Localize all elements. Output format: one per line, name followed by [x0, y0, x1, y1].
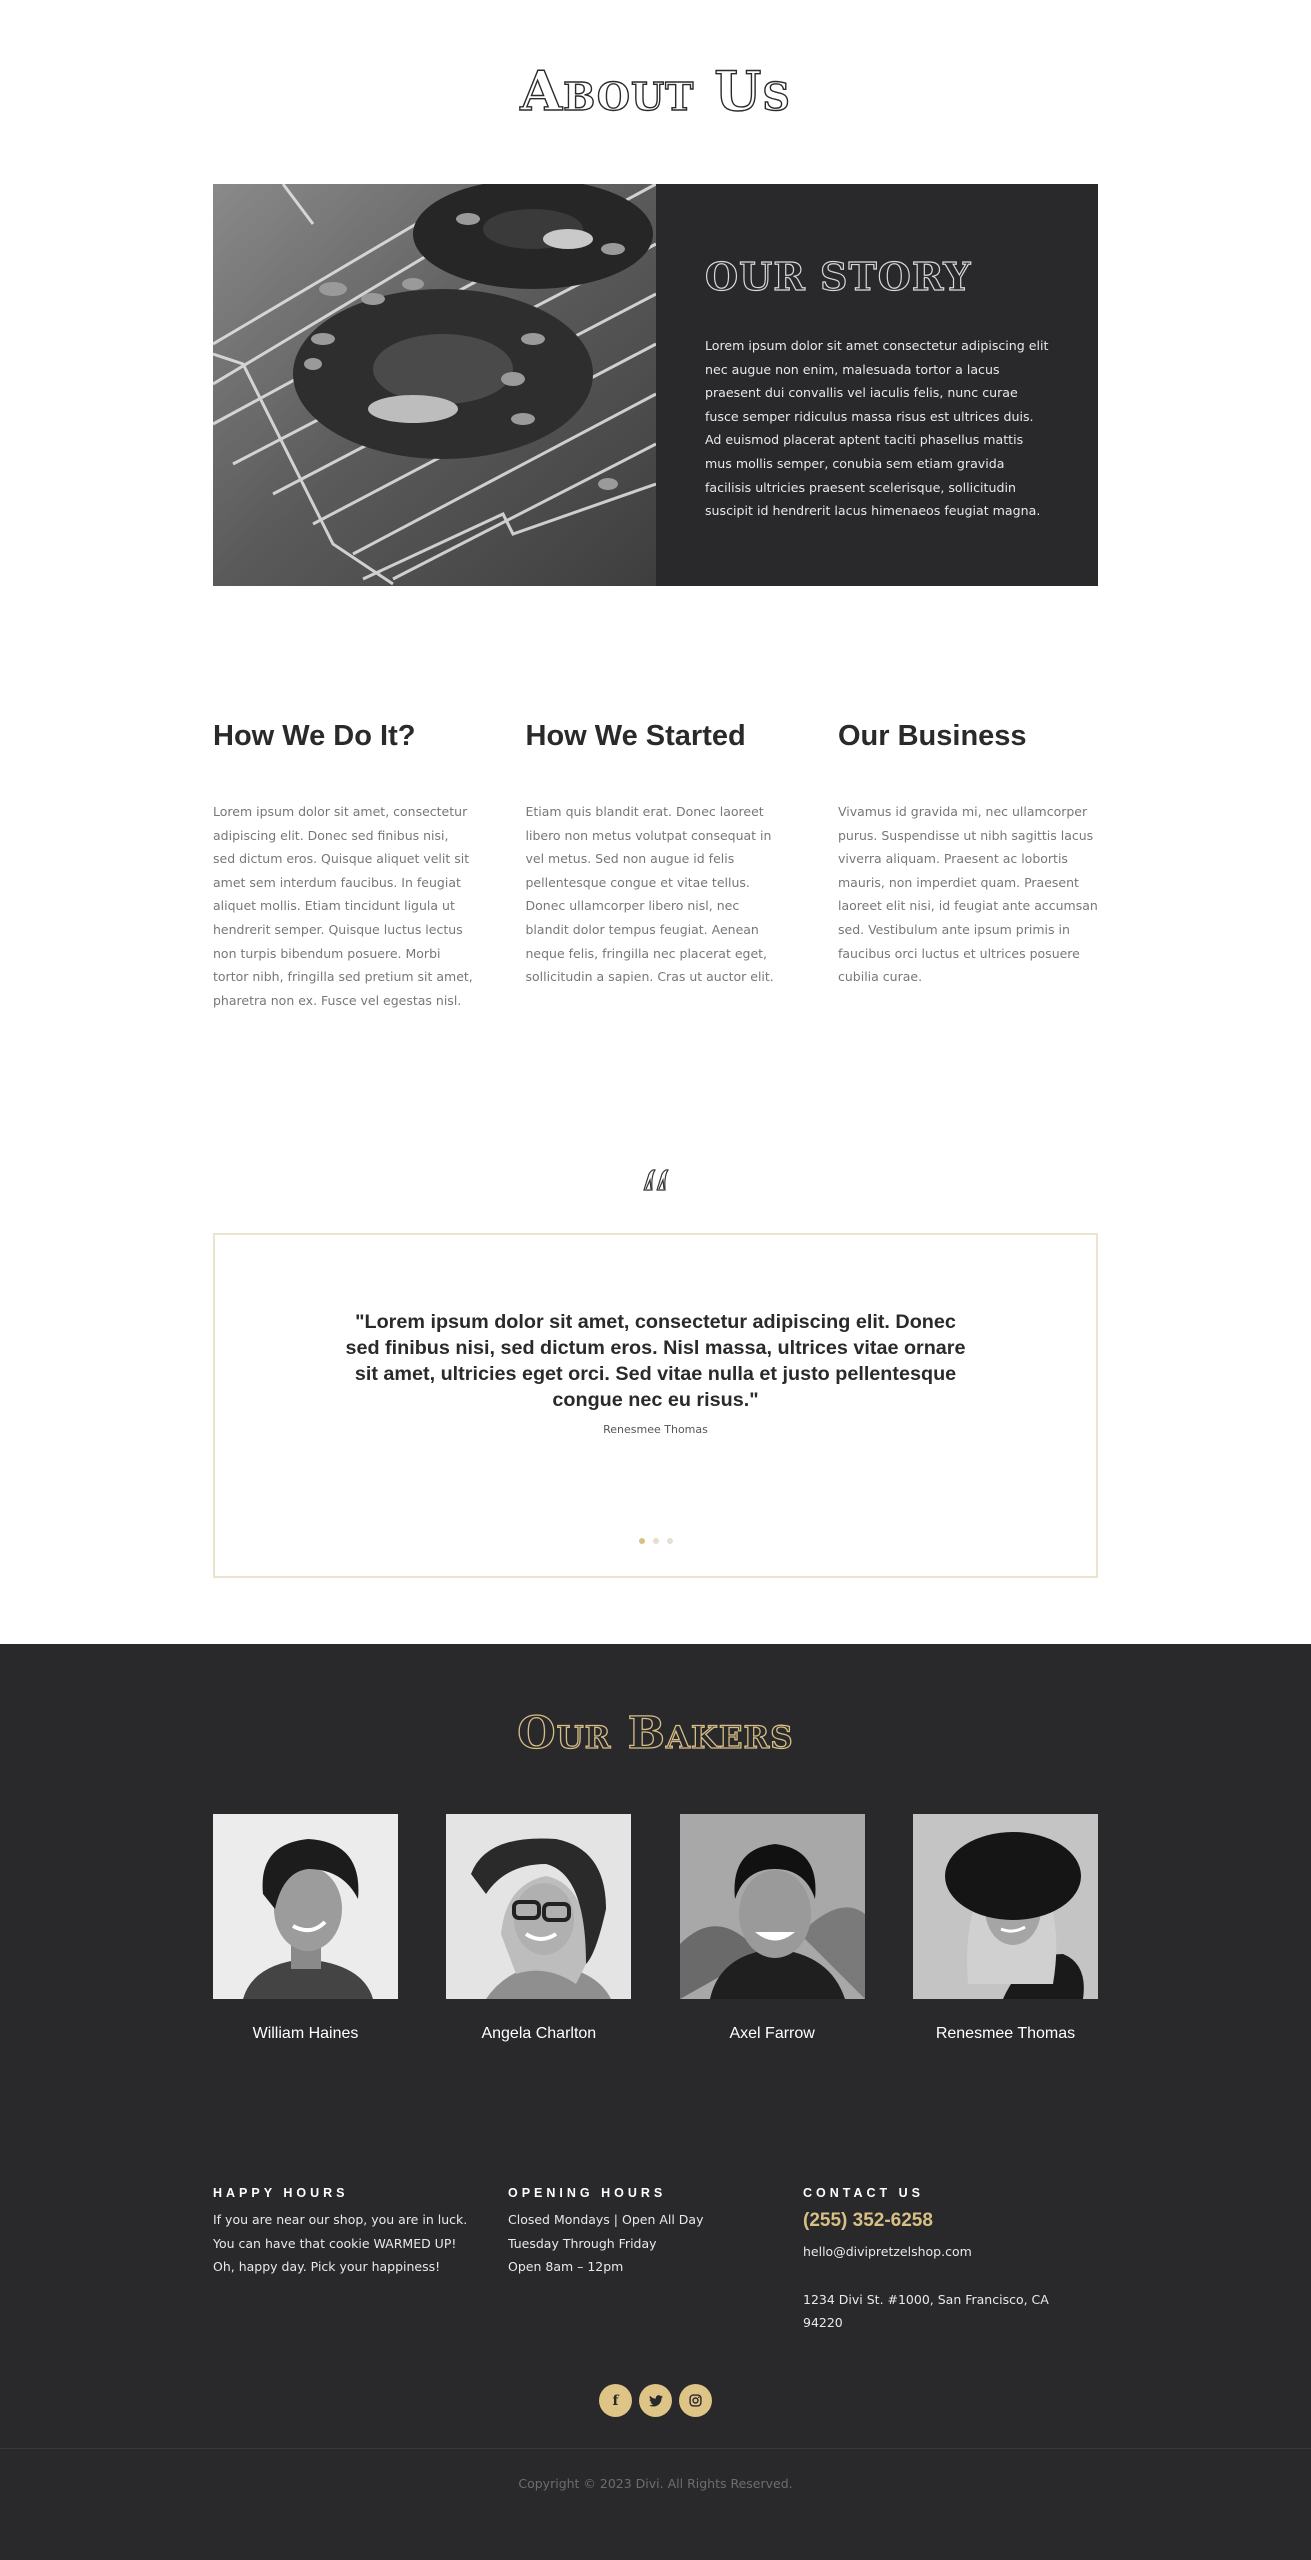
twitter-button[interactable]: [639, 2384, 672, 2417]
baker-name: Angela Charlton: [481, 2025, 597, 2042]
contact-heading: CONTACT US: [803, 2186, 925, 2200]
slider-dot-1[interactable]: [638, 1538, 645, 1544]
facebook-button[interactable]: f: [599, 2384, 632, 2417]
page-title: About Us: [520, 59, 791, 123]
happy-hours-text: If you are near our shop, you are in luc…: [213, 2212, 468, 2275]
happy-hours-column: HAPPY HOURS If you are near our shop, yo…: [213, 2184, 508, 2335]
happy-hours-heading: HAPPY HOURS: [213, 2186, 349, 2200]
baker-card: Angela Charlton: [446, 1814, 632, 2043]
testimonial-quote: "Lorem ipsum dolor sit amet, consectetur…: [345, 1311, 966, 1411]
column-text: Etiam quis blandit erat. Donec laoreet l…: [525, 804, 774, 985]
social-links: f: [0, 2384, 1311, 2417]
our-story-text: Lorem ipsum dolor sit amet consectetur a…: [705, 338, 1049, 519]
pretzel-image: [213, 184, 656, 586]
baker-photo: [912, 1814, 1098, 1999]
info-columns: How We Do It? Lorem ipsum dolor sit amet…: [213, 716, 1098, 1012]
baker-photo: [446, 1814, 632, 1999]
twitter-icon: [648, 2394, 663, 2407]
column-our-business: Our Business Vivamus id gravida mi, nec …: [838, 716, 1098, 1012]
about-header: About Us: [0, 0, 1311, 184]
opening-hours-line: Open 8am – 12pm: [508, 2259, 624, 2275]
opening-hours-column: OPENING HOURS Closed Mondays | Open All …: [508, 2184, 803, 2335]
column-text: Lorem ipsum dolor sit amet, consectetur …: [213, 804, 473, 1008]
pretzel-photo-illustration: [213, 184, 656, 586]
bakers-heading: Our Bakers: [517, 1708, 794, 1759]
baker-name: William Haines: [252, 2025, 359, 2042]
testimonial-slider: "Lorem ipsum dolor sit amet, consectetur…: [213, 1233, 1098, 1578]
contact-email-link[interactable]: hello@divipretzelshop.com: [803, 2240, 1098, 2264]
our-story-section: OUR STORY Lorem ipsum dolor sit amet con…: [213, 184, 1098, 586]
copyright-text: Copyright © 2023 Divi. All Rights Reserv…: [518, 2476, 793, 2491]
baker-card: Axel Farrow: [679, 1814, 865, 2043]
contact-address: 1234 Divi St. #1000, San Francisco, CA 9…: [803, 2291, 1049, 2331]
baker-name: Renesmee Thomas: [935, 2025, 1076, 2042]
opening-hours-line: Tuesday Through Friday: [508, 2235, 657, 2251]
our-story-heading: OUR STORY: [704, 254, 972, 299]
column-heading: How We Started: [525, 720, 746, 752]
opening-hours-line: Closed Mondays | Open All Day: [508, 2212, 704, 2227]
slider-dot-2[interactable]: [652, 1538, 659, 1544]
column-text: Vivamus id gravida mi, nec ullamcorper p…: [838, 804, 1098, 985]
baker-card: Renesmee Thomas: [912, 1814, 1098, 2043]
contact-column: CONTACT US (255) 352-6258 hello@divipret…: [803, 2184, 1098, 2335]
bakers-footer-section: Our Bakers William Haines Angela Charlto…: [0, 1644, 1311, 2560]
column-how-we-started: How We Started Etiam quis blandit erat. …: [526, 716, 786, 1012]
slider-pagination: [215, 1538, 1096, 1544]
column-how-we-do-it: How We Do It? Lorem ipsum dolor sit amet…: [213, 716, 473, 1012]
column-heading: Our Business: [838, 720, 1027, 752]
footer-divider: [0, 2448, 1311, 2449]
baker-card: William Haines: [213, 1814, 398, 2043]
testimonial-author: Renesmee Thomas: [603, 1423, 708, 1436]
page: About Us OUR STORY Lorem ipsum dolor sit…: [0, 0, 1311, 2560]
footer-info: HAPPY HOURS If you are near our shop, yo…: [213, 2184, 1098, 2335]
quote-icon: [642, 1168, 670, 1192]
slider-dot-3[interactable]: [666, 1538, 673, 1544]
contact-phone-link[interactable]: (255) 352-6258: [803, 2208, 1098, 2234]
instagram-button[interactable]: [679, 2384, 712, 2417]
instagram-icon: [689, 2394, 702, 2407]
baker-name: Axel Farrow: [729, 2025, 815, 2042]
baker-photo: [679, 1814, 865, 1999]
baker-photo: [213, 1814, 398, 1999]
opening-hours-heading: OPENING HOURS: [508, 2186, 667, 2200]
facebook-icon: f: [612, 2392, 619, 2409]
bakers-grid: William Haines Angela Charlton Axel Farr…: [213, 1814, 1098, 2043]
our-story-panel: OUR STORY Lorem ipsum dolor sit amet con…: [656, 184, 1098, 586]
column-heading: How We Do It?: [213, 720, 416, 752]
